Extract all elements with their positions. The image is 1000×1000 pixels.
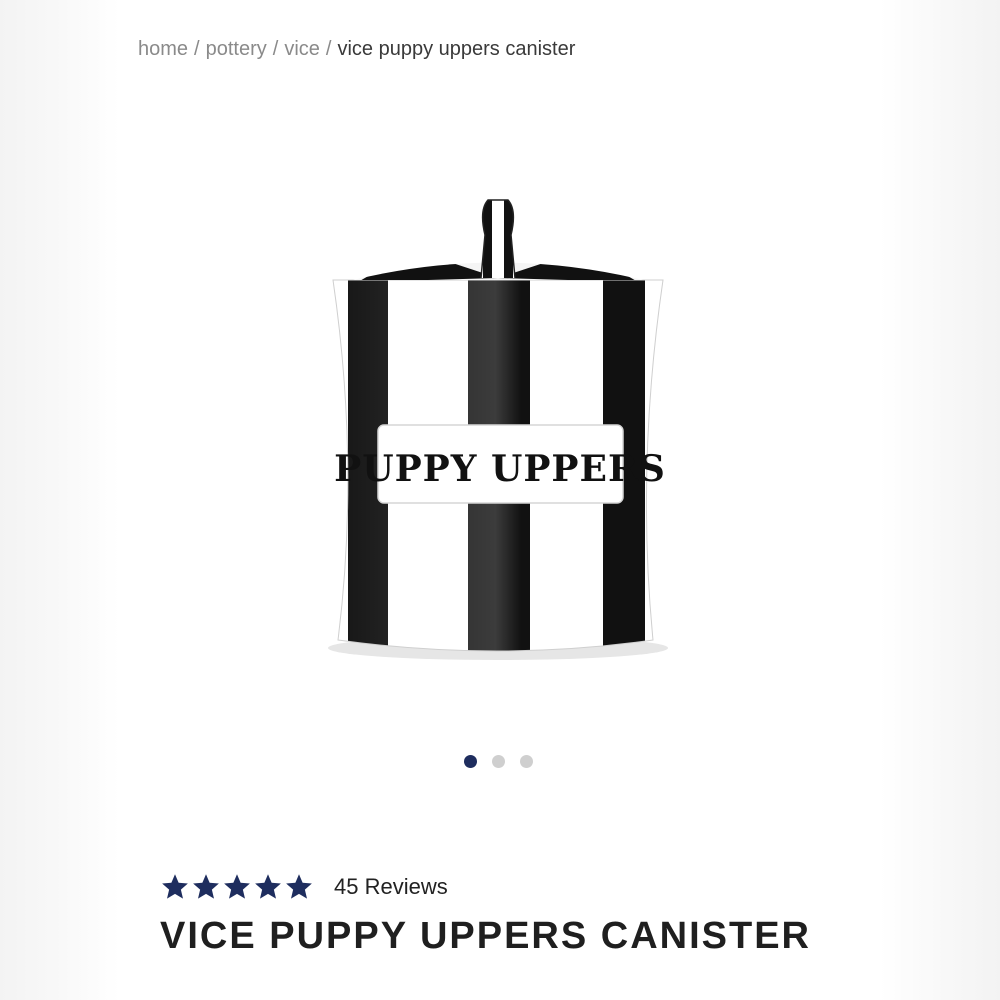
star-rating xyxy=(160,872,314,902)
star-icon xyxy=(286,874,312,899)
product-image[interactable]: PUPPY UPPERS xyxy=(318,190,688,690)
star-icon xyxy=(162,874,188,899)
canister-label-text: PUPPY UPPERS xyxy=(334,448,666,490)
carousel-dot[interactable] xyxy=(492,755,505,768)
breadcrumb-current: vice puppy uppers canister xyxy=(337,38,576,60)
breadcrumb-pottery[interactable]: pottery xyxy=(206,38,267,60)
breadcrumb: home / pottery / vice / vice puppy uppers cani… xyxy=(138,38,575,61)
star-icon xyxy=(255,874,281,899)
product-rating: 45 Reviews xyxy=(160,872,448,902)
right-backdrop xyxy=(880,0,1000,1000)
left-backdrop xyxy=(0,0,120,1000)
reviews-link[interactable]: 45 Reviews xyxy=(334,874,448,900)
breadcrumb-separator: / xyxy=(325,38,332,60)
product-title: VICE PUPPY UPPERS CANISTER xyxy=(160,915,812,957)
star-icon xyxy=(224,874,250,899)
breadcrumb-home[interactable]: home xyxy=(138,38,188,60)
carousel-indicators xyxy=(464,755,533,768)
carousel-dot[interactable] xyxy=(464,755,477,768)
carousel-dot[interactable] xyxy=(520,755,533,768)
product-page: home / pottery / vice / vice puppy uppers cani… xyxy=(0,0,1000,1000)
breadcrumb-separator: / xyxy=(272,38,279,60)
breadcrumb-vice[interactable]: vice xyxy=(284,38,320,60)
canister-illustration: PUPPY UPPERS xyxy=(328,199,668,660)
star-icon xyxy=(193,874,219,899)
breadcrumb-separator: / xyxy=(194,38,200,60)
